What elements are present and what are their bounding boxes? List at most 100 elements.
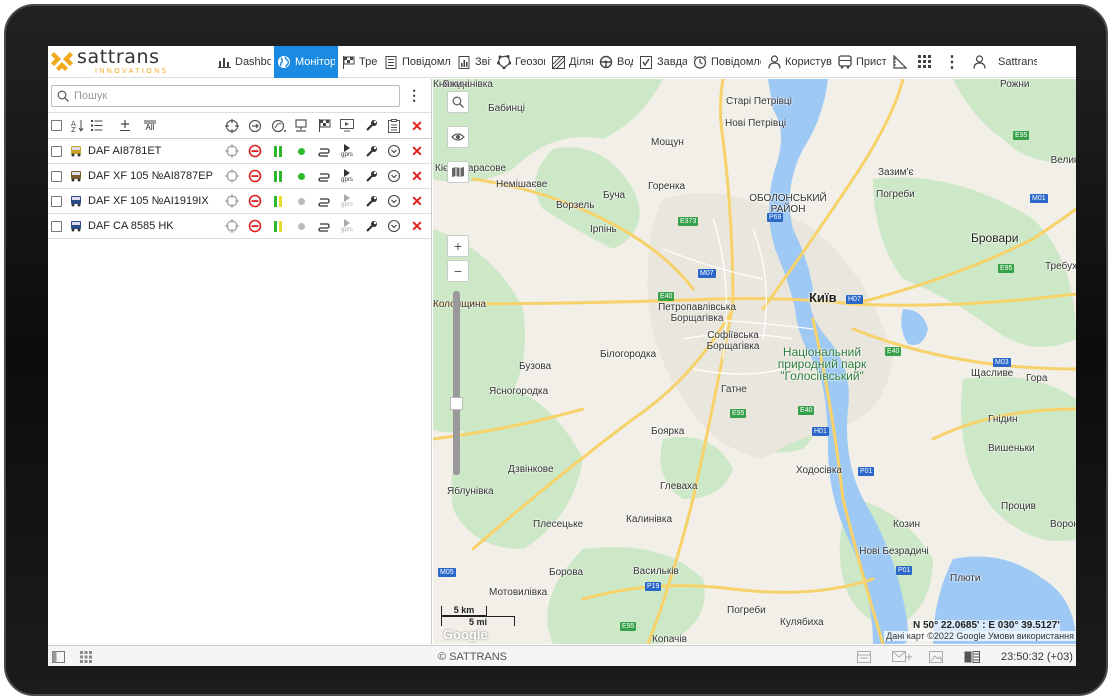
- sattrans-logo[interactable]: sattrans INNOVATIONS: [48, 46, 214, 77]
- satellite-icon[interactable]: [270, 119, 288, 133]
- tab-users[interactable]: Користувачі: [764, 46, 835, 78]
- video-icon[interactable]: [339, 119, 355, 132]
- unit-checkbox[interactable]: [51, 170, 62, 182]
- map-search-button[interactable]: [447, 91, 469, 113]
- road-shield: M01: [1030, 194, 1048, 203]
- unit-menu-icon[interactable]: [386, 219, 402, 233]
- map-view[interactable]: Бабинці Старі Петрівці Нові Петрівці Мощун К…: [433, 79, 1076, 644]
- tab-dashboard[interactable]: Dashboard: [214, 46, 274, 78]
- toggle-panel-icon[interactable]: [52, 646, 65, 666]
- zoom-slider-track[interactable]: [453, 291, 460, 475]
- unit-name[interactable]: DAF XF 105 №AI8787EP: [88, 170, 213, 182]
- map-layers-button[interactable]: [447, 161, 469, 183]
- delete-unit-icon[interactable]: ✕: [409, 144, 425, 158]
- unit-row[interactable]: DAF AI8781ET gprs ✕: [48, 139, 431, 164]
- delete-unit-icon[interactable]: ✕: [409, 169, 425, 183]
- signal-bars: [270, 195, 286, 207]
- account-menu[interactable]: Sattrans: [964, 46, 1040, 78]
- no-command-icon[interactable]: [247, 194, 263, 208]
- tab-tasks[interactable]: Завдання: [636, 46, 690, 78]
- locate-unit-icon[interactable]: [224, 144, 240, 158]
- search-box[interactable]: [51, 84, 401, 107]
- command-icon[interactable]: [247, 119, 263, 133]
- delete-all-icon[interactable]: ✕: [409, 119, 425, 133]
- map-place-label: Бузова: [519, 361, 552, 372]
- map-place-label: Кієво-Тарасове: [435, 163, 507, 174]
- no-command-icon[interactable]: [247, 169, 263, 183]
- cursor-coordinates: N 50° 22.0685' : E 030° 39.5127': [913, 620, 1060, 631]
- tab-notifications[interactable]: Повідомлення: [690, 46, 764, 78]
- sort-az-icon[interactable]: AZ: [70, 119, 84, 132]
- unit-menu-icon[interactable]: [386, 169, 402, 183]
- locate-unit-icon[interactable]: [224, 219, 240, 233]
- locate-unit-icon[interactable]: [224, 169, 240, 183]
- tab-tracks[interactable]: Треки: [338, 46, 381, 78]
- gprs-icon[interactable]: gprs: [337, 219, 357, 233]
- unit-row[interactable]: DAF XF 105 №AI1919IX gprs ✕: [48, 189, 431, 214]
- gprs-icon[interactable]: gprs: [337, 194, 357, 208]
- map-visibility-button[interactable]: [447, 126, 469, 148]
- unit-menu-icon[interactable]: [386, 144, 402, 158]
- unit-row[interactable]: DAF XF 105 №AI8787EP gprs ✕: [48, 164, 431, 189]
- all-icon[interactable]: All: [142, 120, 158, 132]
- map-place-label: Борова: [549, 567, 584, 578]
- clipboard-icon[interactable]: [386, 118, 402, 133]
- wrench-icon[interactable]: [363, 145, 379, 158]
- road-shield: E40: [658, 292, 675, 301]
- map-place-label: Щасливе: [971, 368, 1014, 379]
- layout-icon[interactable]: [964, 646, 980, 666]
- unit-name[interactable]: DAF CA 8585 HK: [88, 220, 174, 232]
- tab-monitoring[interactable]: Моніторинг: [274, 46, 338, 78]
- unit-checkbox[interactable]: [51, 220, 62, 232]
- wrench-icon[interactable]: [363, 119, 379, 132]
- unit-checkbox[interactable]: [51, 145, 62, 157]
- logo-text: sattrans: [77, 46, 160, 68]
- select-all-checkbox[interactable]: [51, 120, 62, 131]
- tab-apps[interactable]: [914, 46, 940, 78]
- crosshair-icon[interactable]: [224, 118, 240, 133]
- add-group-icon[interactable]: [118, 119, 132, 132]
- device-icon[interactable]: [293, 118, 309, 133]
- flag-icon[interactable]: [316, 119, 332, 132]
- unit-name[interactable]: DAF AI8781ET: [88, 145, 161, 157]
- search-input[interactable]: [74, 89, 394, 102]
- tab-messages[interactable]: Повідомлення: [381, 46, 454, 78]
- gprs-label: gprs: [341, 152, 353, 158]
- unit-menu-icon[interactable]: [386, 194, 402, 208]
- tab-areas[interactable]: Ділянки: [548, 46, 596, 78]
- gprs-icon[interactable]: gprs: [337, 144, 357, 158]
- map-place-label: Мотовилівка: [489, 587, 548, 598]
- list-icon[interactable]: [90, 120, 104, 131]
- more-menu-button[interactable]: ⋮: [940, 46, 964, 78]
- tab-ruler[interactable]: [890, 46, 914, 78]
- map-attribution[interactable]: Дані карт ©2022 Google Умови використанн…: [884, 631, 1076, 641]
- grid-view-icon[interactable]: [80, 646, 92, 666]
- tab-drivers[interactable]: Водії: [596, 46, 636, 78]
- account-name: Sattrans: [998, 56, 1037, 68]
- no-command-icon[interactable]: [247, 219, 263, 233]
- unit-name[interactable]: DAF XF 105 №AI1919IX: [88, 195, 209, 207]
- unit-checkbox[interactable]: [51, 195, 62, 207]
- zoom-out-button[interactable]: −: [447, 260, 469, 282]
- delete-unit-icon[interactable]: ✕: [409, 194, 425, 208]
- tab-devices[interactable]: Пристрої: [835, 46, 890, 78]
- map-place-label: Гора: [1026, 373, 1048, 384]
- wrench-icon[interactable]: [363, 170, 379, 183]
- zoom-in-button[interactable]: +: [447, 235, 469, 257]
- image-icon[interactable]: [929, 646, 943, 666]
- tab-reports[interactable]: Звіти: [454, 46, 494, 78]
- wrench-icon[interactable]: [363, 220, 379, 233]
- locate-unit-icon[interactable]: [224, 194, 240, 208]
- delete-unit-icon[interactable]: ✕: [409, 219, 425, 233]
- map-place-label: Білогородка: [600, 349, 657, 360]
- inbox-icon[interactable]: [857, 646, 871, 666]
- gprs-icon[interactable]: gprs: [337, 169, 357, 183]
- document-icon: [384, 55, 398, 69]
- no-command-icon[interactable]: [247, 144, 263, 158]
- panel-menu-button[interactable]: ⋮: [400, 87, 428, 104]
- mail-add-icon[interactable]: [892, 646, 912, 666]
- wrench-icon[interactable]: [363, 195, 379, 208]
- tab-geozones[interactable]: Геозони: [494, 46, 548, 78]
- zoom-slider-handle[interactable]: [450, 397, 463, 410]
- unit-row[interactable]: DAF CA 8585 HK gprs ✕: [48, 214, 431, 239]
